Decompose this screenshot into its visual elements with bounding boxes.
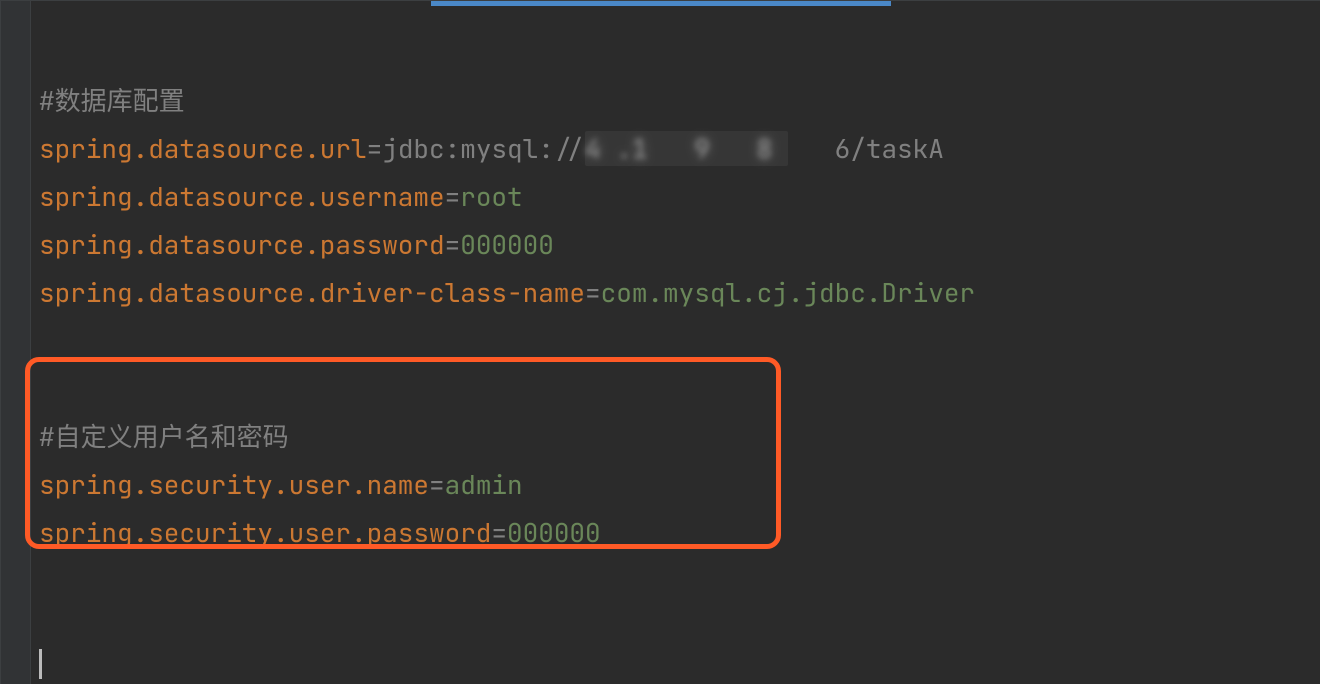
property-key: spring.security.user.password: [39, 515, 491, 550]
equals-sign: =: [429, 467, 445, 502]
property-key: spring.datasource.url: [39, 131, 367, 166]
active-tab-indicator: [431, 1, 891, 6]
redacted-host: 4 .1 9 8: [585, 131, 788, 166]
property-value: 000000: [460, 227, 554, 262]
property-key: spring.datasource.driver-class-name: [39, 275, 585, 310]
equals-sign: =: [445, 179, 461, 214]
equals-sign: =: [367, 131, 383, 166]
property-value-prefix: jdbc:mysql://: [382, 131, 585, 166]
comment-line: #自定义用户名和密码: [39, 419, 289, 454]
property-key: spring.security.user.name: [39, 467, 429, 502]
code-area[interactable]: #数据库配置 spring.datasource.url=jdbc:mysql:…: [39, 29, 1310, 605]
property-key: spring.datasource.password: [39, 227, 445, 262]
comment-line: #数据库配置: [39, 83, 185, 118]
property-value: root: [460, 179, 522, 214]
property-value: 000000: [507, 515, 601, 550]
equals-sign: =: [445, 227, 461, 262]
property-key: spring.datasource.username: [39, 179, 445, 214]
property-value: admin: [445, 467, 523, 502]
property-value: com.mysql.cj.jdbc.Driver: [601, 275, 975, 310]
property-value-suffix: 6/taskA: [788, 131, 944, 166]
code-editor[interactable]: #数据库配置 spring.datasource.url=jdbc:mysql:…: [0, 0, 1320, 684]
editor-gutter: [1, 1, 31, 684]
editor-caret: [39, 649, 42, 679]
equals-sign: =: [491, 515, 507, 550]
equals-sign: =: [585, 275, 601, 310]
